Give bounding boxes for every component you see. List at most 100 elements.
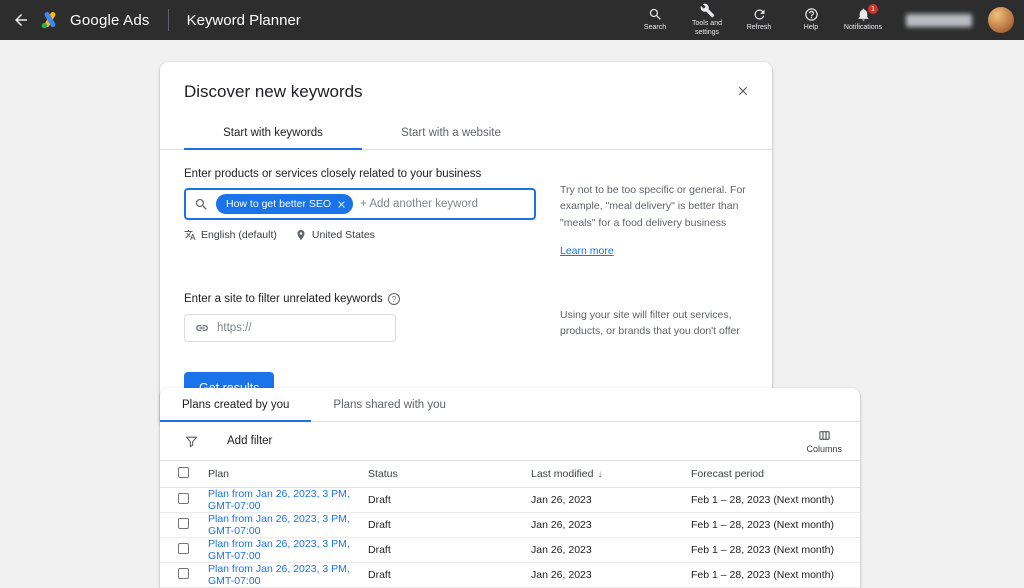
row-checkbox[interactable]: [178, 518, 189, 529]
topbar-right: Search Tools and settings Refresh Help 1: [632, 1, 1014, 38]
tab-start-with-website[interactable]: Start with a website: [362, 116, 540, 150]
tab-label: Plans created by you: [182, 399, 289, 411]
keywords-input[interactable]: How to get better SEO + Add another keyw…: [184, 188, 536, 220]
table-row: Plan from Jan 26, 2023, 3 PM, GMT-07:00 …: [160, 513, 860, 538]
refresh-button[interactable]: Refresh: [736, 5, 782, 34]
tab-start-with-keywords[interactable]: Start with keywords: [184, 116, 362, 150]
select-all-checkbox[interactable]: [178, 467, 189, 478]
avatar[interactable]: [988, 7, 1014, 33]
filter-icon[interactable]: [184, 434, 199, 449]
row-checkbox[interactable]: [178, 543, 189, 554]
chip-remove-icon[interactable]: [336, 199, 347, 210]
status-cell: Draft: [360, 488, 523, 513]
forecast-period-cell: Feb 1 – 28, 2023 (Next month): [683, 488, 860, 513]
account-info-redacted: [906, 14, 972, 27]
refresh-label: Refresh: [747, 24, 772, 32]
dialog-title: Discover new keywords: [184, 82, 363, 102]
search-icon: [648, 7, 663, 22]
location-pin-icon: [295, 229, 307, 241]
help-label: Help: [804, 24, 818, 32]
last-modified-cell: Jan 26, 2023: [523, 563, 683, 588]
tab-plans-created-by-you[interactable]: Plans created by you: [160, 388, 311, 422]
status-cell: Draft: [360, 513, 523, 538]
plan-link[interactable]: Plan from Jan 26, 2023, 3 PM, GMT-07:00: [208, 488, 350, 512]
google-ads-logo-icon: [40, 10, 60, 30]
plans-table: Plan Status Last modified ↓ Forecast peri…: [160, 460, 860, 588]
plan-link[interactable]: Plan from Jan 26, 2023, 3 PM, GMT-07:00: [208, 538, 350, 562]
table-row: Plan from Jan 26, 2023, 3 PM, GMT-07:00 …: [160, 488, 860, 513]
close-icon[interactable]: [734, 82, 752, 100]
site-url-placeholder: https://: [217, 322, 252, 334]
dialog-tabs: Start with keywords Start with a website: [160, 116, 772, 150]
table-header-row: Plan Status Last modified ↓ Forecast peri…: [160, 461, 860, 488]
translate-icon: [184, 229, 196, 241]
plans-panel: Plans created by you Plans shared with y…: [160, 388, 860, 588]
locale-row: English (default) United States: [184, 229, 536, 241]
table-row: Plan from Jan 26, 2023, 3 PM, GMT-07:00 …: [160, 538, 860, 563]
status-cell: Draft: [360, 538, 523, 563]
back-button[interactable]: [12, 11, 30, 29]
keywords-tip: Try not to be too specific or general. F…: [560, 168, 748, 259]
notifications-button[interactable]: 1 Notifications: [840, 5, 886, 34]
columns-icon: [818, 429, 831, 442]
header-plan[interactable]: Plan: [200, 461, 360, 488]
site-tip-text: Using your site will filter out services…: [560, 309, 740, 337]
site-tip: Using your site will filter out services…: [560, 293, 748, 342]
topbar-left: Google Ads Keyword Planner: [12, 9, 301, 31]
site-url-input[interactable]: https://: [184, 314, 396, 342]
plans-toolbar: Add filter Columns: [160, 422, 860, 460]
header-status[interactable]: Status: [360, 461, 523, 488]
dialog-header: Discover new keywords: [160, 62, 772, 102]
add-filter-button[interactable]: Add filter: [227, 435, 272, 447]
tab-plans-shared-with-you[interactable]: Plans shared with you: [311, 388, 468, 422]
topbar-divider: [168, 9, 169, 31]
notifications-label: Notifications: [844, 24, 882, 32]
keywords-field-label: Enter products or services closely relat…: [184, 168, 536, 180]
search-label: Search: [644, 24, 666, 32]
notification-badge: 1: [868, 4, 878, 14]
wrench-icon: [700, 3, 715, 18]
keyword-chip[interactable]: How to get better SEO: [216, 194, 353, 214]
plans-tabs: Plans created by you Plans shared with y…: [160, 388, 860, 422]
tools-and-settings-button[interactable]: Tools and settings: [684, 1, 730, 38]
tab-label: Start with keywords: [223, 127, 323, 139]
refresh-icon: [752, 7, 767, 22]
help-icon: [804, 7, 819, 22]
forecast-period-cell: Feb 1 – 28, 2023 (Next month): [683, 538, 860, 563]
link-icon: [195, 321, 209, 335]
app-name: Google Ads: [70, 12, 150, 29]
keywords-form: Enter products or services closely relat…: [184, 168, 536, 259]
table-row: Plan from Jan 26, 2023, 3 PM, GMT-07:00 …: [160, 563, 860, 588]
status-cell: Draft: [360, 563, 523, 588]
top-app-bar: Google Ads Keyword Planner Search Tools …: [0, 0, 1024, 40]
forecast-period-cell: Feb 1 – 28, 2023 (Next month): [683, 513, 860, 538]
site-help-icon[interactable]: ?: [388, 293, 400, 305]
search-button[interactable]: Search: [632, 5, 678, 34]
plan-link[interactable]: Plan from Jan 26, 2023, 3 PM, GMT-07:00: [208, 513, 350, 537]
tab-label: Start with a website: [401, 127, 501, 139]
arrow-back-icon: [12, 11, 30, 29]
keyword-chip-label: How to get better SEO: [226, 198, 331, 210]
header-last-modified-label: Last modified: [531, 468, 593, 480]
columns-label: Columns: [806, 444, 842, 454]
learn-more-link[interactable]: Learn more: [560, 243, 614, 259]
site-form: Enter a site to filter unrelated keyword…: [184, 293, 536, 342]
add-keyword-placeholder: + Add another keyword: [360, 198, 478, 210]
discover-new-keywords-dialog: Discover new keywords Start with keyword…: [160, 62, 772, 428]
row-checkbox[interactable]: [178, 493, 189, 504]
tools-and-settings-label: Tools and settings: [685, 20, 729, 36]
language-value[interactable]: English (default): [201, 229, 277, 241]
keywords-row: Enter products or services closely relat…: [160, 168, 772, 259]
help-button[interactable]: Help: [788, 5, 834, 34]
sort-descending-icon: ↓: [597, 469, 602, 480]
tab-label: Plans shared with you: [333, 399, 446, 411]
keywords-tip-text: Try not to be too specific or general. F…: [560, 184, 746, 229]
forecast-period-cell: Feb 1 – 28, 2023 (Next month): [683, 563, 860, 588]
plan-link[interactable]: Plan from Jan 26, 2023, 3 PM, GMT-07:00: [208, 563, 350, 587]
search-icon: [194, 197, 209, 212]
header-forecast-period[interactable]: Forecast period: [683, 461, 860, 488]
columns-button[interactable]: Columns: [806, 429, 842, 454]
last-modified-cell: Jan 26, 2023: [523, 488, 683, 513]
header-last-modified[interactable]: Last modified ↓: [523, 461, 683, 488]
location-value[interactable]: United States: [312, 229, 375, 241]
